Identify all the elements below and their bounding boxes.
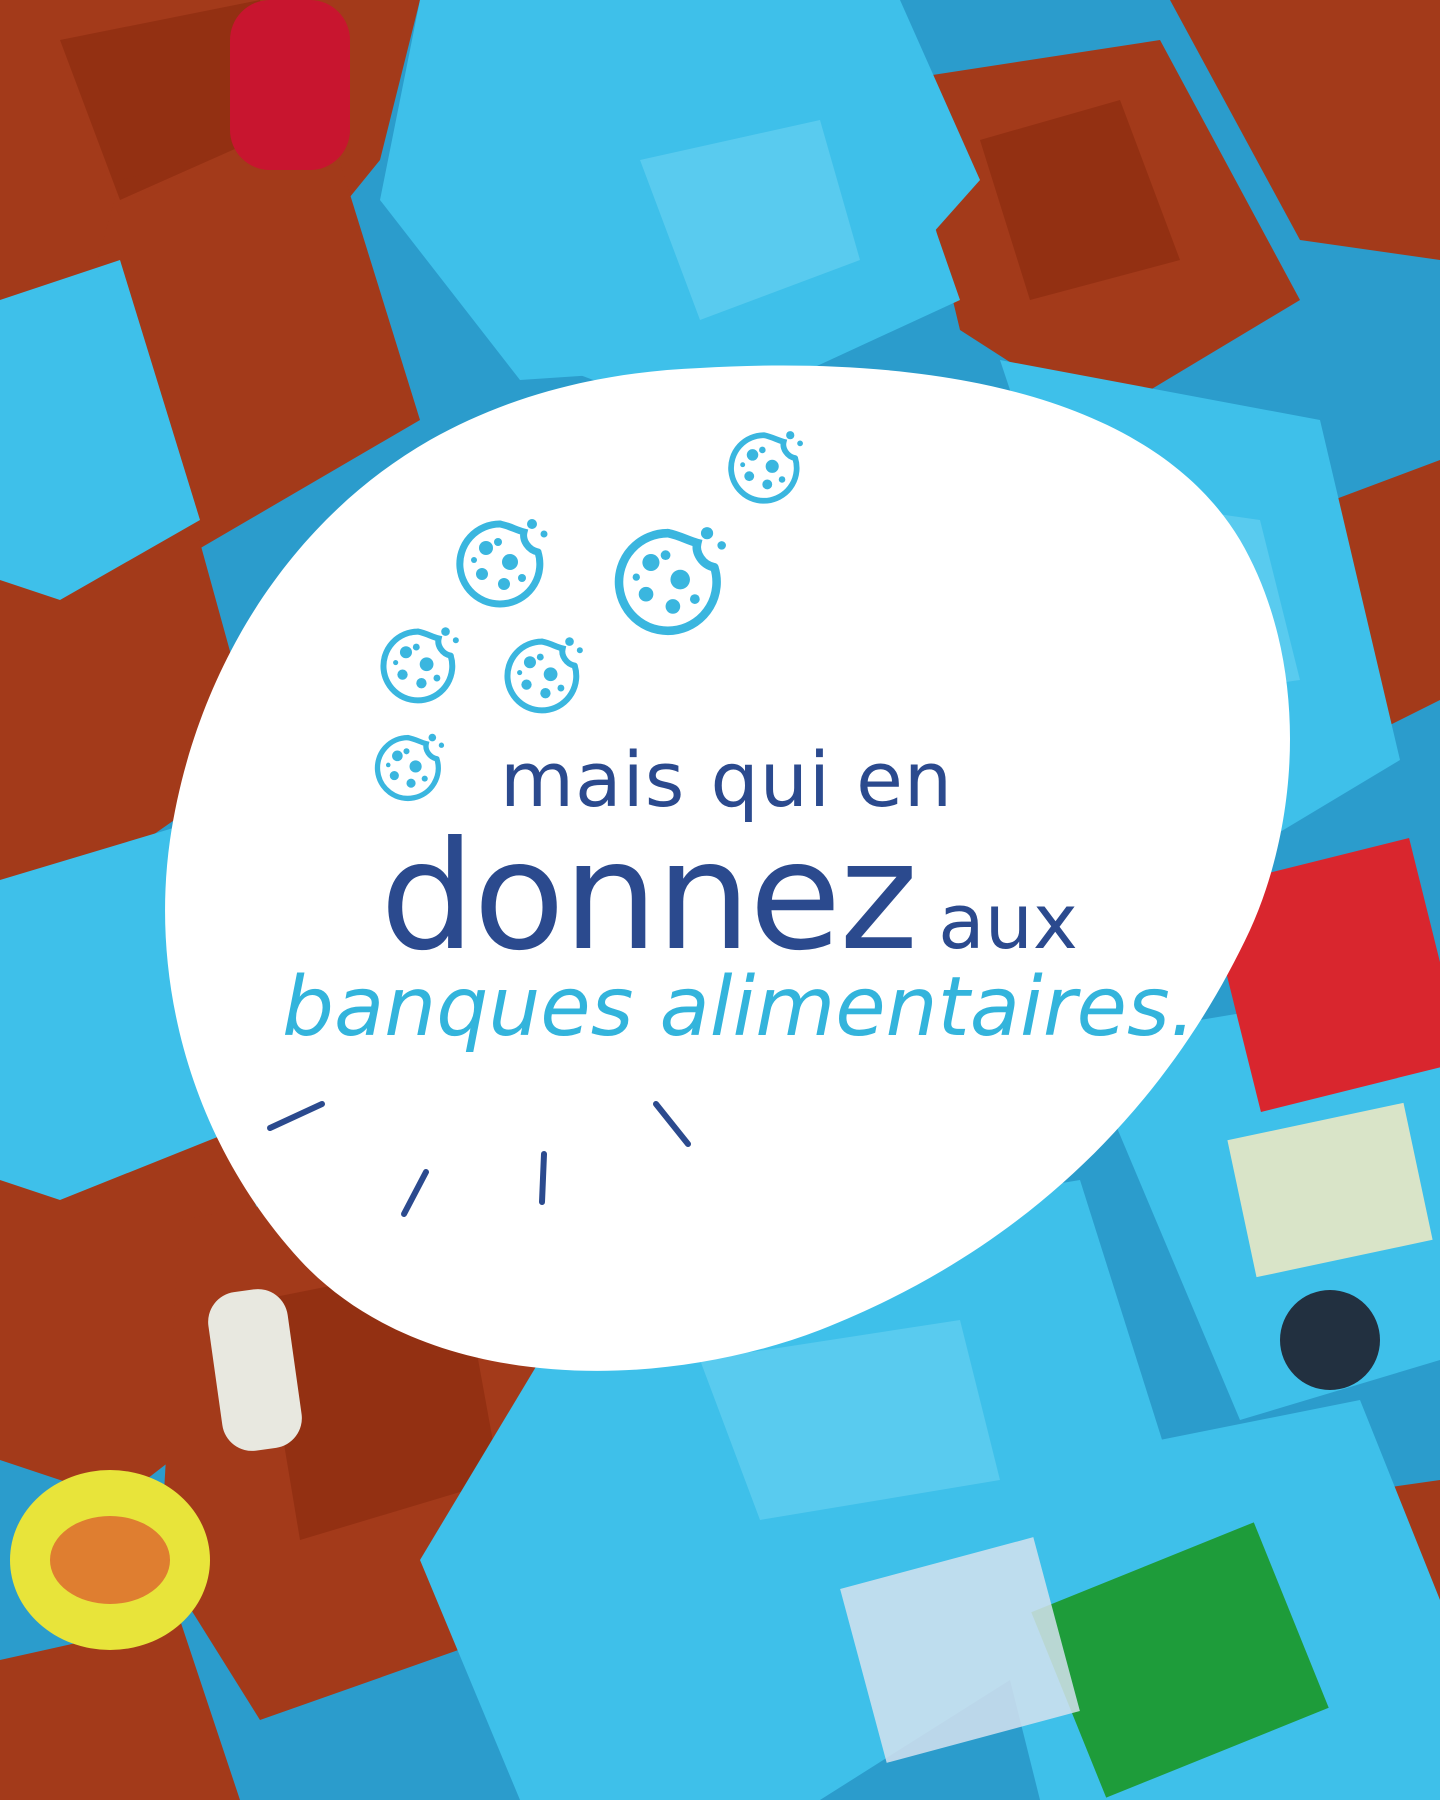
poster: mais qui en donnez aux banques alimentair… — [0, 0, 1440, 1800]
headline: mais qui en donnez aux banques alimentair… — [0, 0, 1440, 1800]
headline-aux: aux — [938, 877, 1078, 966]
headline-line-3: banques alimentaires. — [282, 960, 1196, 1055]
headline-line-2: donnez aux — [380, 810, 1078, 984]
headline-donnez: donnez — [380, 810, 918, 984]
